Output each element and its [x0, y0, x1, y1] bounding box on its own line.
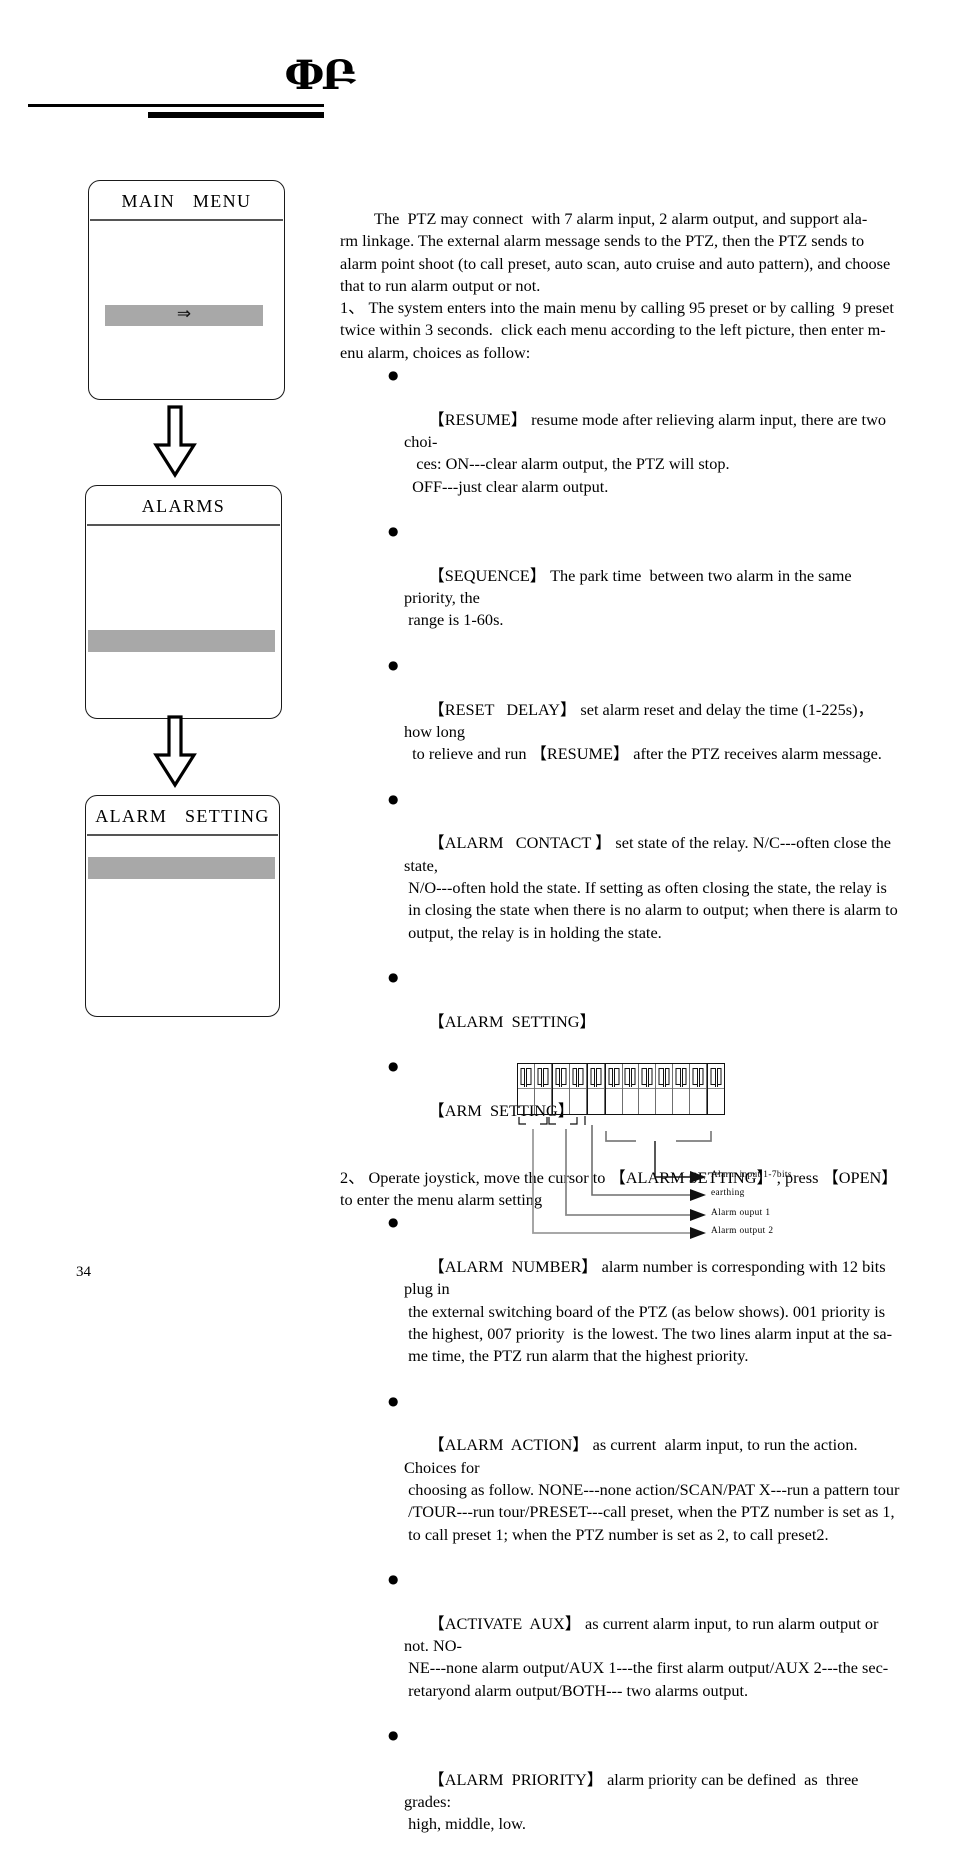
- osd-box-main-menu: MAIN MENU ⇒: [88, 180, 285, 400]
- list-item-text: 【SEQUENCE】 The park time between two ala…: [404, 565, 852, 630]
- list-item: ● 【ALARM CONTACT 】 set state of the rela…: [340, 788, 900, 966]
- bullet-dot-icon: ●: [388, 368, 399, 383]
- osd-highlight-row-alarm-setting[interactable]: [88, 856, 275, 879]
- paragraph-intro: The PTZ may connect with 7 alarm input, …: [340, 209, 891, 295]
- flow-arrow-down-1: [152, 405, 198, 479]
- bullet-dot-icon: ●: [388, 1059, 399, 1074]
- bullet-dot-icon: ●: [388, 1393, 399, 1408]
- leader-lines-graphic: [518, 1116, 712, 1239]
- bullet-dot-icon: ●: [388, 1215, 399, 1230]
- legend-label-alarm-output-1: Alarm ouput 1: [711, 1208, 771, 1218]
- legend-label-alarm-input: Alarm input 1-7bits: [711, 1170, 792, 1180]
- legend-label-alarm-output-2: Alarm output 2: [711, 1226, 774, 1236]
- page-number: 34: [76, 1264, 91, 1280]
- osd-title-alarm-setting: ALARM SETTING: [95, 806, 270, 826]
- arrowhead: [690, 1189, 706, 1201]
- list-item: ● 【ALARM PRIORITY】 alarm priority can be…: [340, 1724, 900, 1858]
- arrowhead: [690, 1209, 706, 1221]
- list-item-text: 【ACTIVATE AUX】 as current alarm input, t…: [404, 1613, 889, 1700]
- list-item-text: 【ALARM PRIORITY】 alarm priority can be d…: [404, 1769, 859, 1834]
- header-rule-thick: [148, 112, 324, 118]
- bullet-dot-icon: ●: [388, 1572, 399, 1587]
- list-item: ● 【RESUME】 resume mode after relieving a…: [340, 364, 900, 520]
- list-item-text: 【ALARM SETTING】: [428, 1011, 596, 1031]
- osd-highlight-row-alarms[interactable]: [88, 629, 275, 652]
- legend-label-earthing: earthing: [711, 1188, 745, 1198]
- terminal-block-diagram: Alarm input 1-7bits earthing Alarm ouput…: [500, 1055, 840, 1255]
- decorative-flourish-icon: ՓԲ: [284, 52, 356, 99]
- bullet-dot-icon: ●: [388, 657, 399, 672]
- menu-flow-diagram: MAIN MENU ⇒ ALARMS ALARM SETTING: [0, 150, 330, 1050]
- bullet-list-alarm-setting-items: ● 【ALARM NUMBER】 alarm number is corresp…: [340, 1211, 900, 1858]
- list-item: ● 【ALARM ACTION】 as current alarm input,…: [340, 1390, 900, 1568]
- osd-title-main-menu: MAIN MENU: [121, 191, 252, 211]
- osd-body-alarms: [86, 526, 281, 720]
- osd-body-alarm-setting: [86, 836, 279, 1018]
- list-item: ● 【ACTIVATE AUX】 as current alarm input,…: [340, 1568, 900, 1724]
- paragraph-step-1: 1、 The system enters into the main menu …: [340, 298, 894, 362]
- list-item-text: 【RESET DELAY】 set alarm reset and delay …: [404, 699, 882, 764]
- arrowhead: [690, 1227, 706, 1239]
- osd-title-alarms: ALARMS: [141, 496, 226, 516]
- body-text: The PTZ may connect with 7 alarm input, …: [340, 208, 900, 1858]
- bullet-dot-icon: ●: [388, 791, 399, 806]
- list-item: ● 【ALARM SETTING】: [340, 966, 900, 1055]
- page-header: ՓԲ: [0, 0, 954, 130]
- osd-highlight-row-main-menu[interactable]: ⇒: [105, 303, 263, 326]
- bullet-dot-icon: ●: [388, 1728, 399, 1743]
- osd-box-alarms: ALARMS: [85, 485, 282, 719]
- list-item-text: 【RESUME】 resume mode after relieving ala…: [404, 409, 886, 496]
- header-rule-thin: [28, 104, 324, 107]
- list-item-text: 【ALARM CONTACT 】 set state of the relay.…: [404, 833, 898, 942]
- arrowhead: [690, 1171, 706, 1183]
- osd-body-main-menu: ⇒: [89, 221, 284, 401]
- list-item: ● 【RESET DELAY】 set alarm reset and dela…: [340, 654, 900, 788]
- osd-box-alarm-setting: ALARM SETTING: [85, 795, 280, 1017]
- bullet-dot-icon: ●: [388, 970, 399, 985]
- flow-arrow-down-2: [152, 715, 198, 789]
- bullet-list-menu-items: ● 【RESUME】 resume mode after relieving a…: [340, 364, 900, 1144]
- right-arrow-icon: ⇒: [176, 303, 192, 324]
- list-item: ● 【SEQUENCE】 The park time between two a…: [340, 520, 900, 654]
- bullet-dot-icon: ●: [388, 524, 399, 539]
- list-item-text: 【ALARM ACTION】 as current alarm input, t…: [404, 1435, 900, 1544]
- list-item-text: 【ALARM NUMBER】 alarm number is correspon…: [404, 1256, 893, 1366]
